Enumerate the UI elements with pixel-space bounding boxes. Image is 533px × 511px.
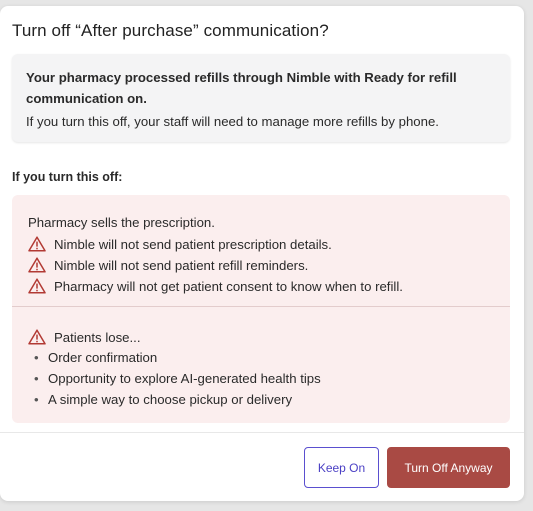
warning-item: Nimble will not send patient refill remi…	[28, 257, 308, 273]
warning-triangle-icon	[28, 329, 46, 345]
warning-item: Nimble will not send patient prescriptio…	[28, 236, 332, 252]
patient-loss-text: A simple way to choose pickup or deliver…	[48, 392, 293, 407]
warning-triangle-icon	[28, 257, 46, 273]
consequence-intro: Pharmacy sells the prescription.	[28, 215, 215, 230]
keep-on-button[interactable]: Keep On	[304, 447, 379, 488]
info-text: If you turn this off, your staff will ne…	[26, 114, 439, 129]
bullet-dot: •	[34, 392, 39, 407]
patients-heading-text: Patients lose...	[54, 329, 141, 345]
patient-loss-text: Order confirmation	[48, 350, 158, 365]
consequences-panel: Pharmacy sells the prescription. Nimble …	[12, 195, 510, 423]
footer-divider	[0, 432, 524, 433]
list-item: • Order confirmation	[28, 350, 157, 365]
warning-item: Pharmacy will not get patient consent to…	[28, 278, 403, 294]
dialog-title: Turn off “After purchase” communication?	[12, 21, 329, 40]
warning-text: Pharmacy will not get patient consent to…	[54, 278, 403, 294]
info-panel: Your pharmacy processed refills through …	[12, 54, 510, 142]
patient-loss-text: Opportunity to explore AI-generated heal…	[48, 371, 321, 386]
warning-triangle-icon	[28, 236, 46, 252]
consequences-divider	[12, 306, 510, 307]
turn-off-communication-dialog: Turn off “After purchase” communication?…	[0, 6, 524, 501]
section-heading: If you turn this off:	[12, 170, 123, 184]
warning-text: Nimble will not send patient refill remi…	[54, 257, 309, 273]
warning-text: Nimble will not send patient prescriptio…	[54, 236, 332, 252]
warning-triangle-icon	[28, 278, 46, 294]
bullet-dot: •	[34, 350, 39, 365]
list-item: • Opportunity to explore AI-generated he…	[28, 371, 321, 386]
info-bold-text: Your pharmacy processed refills through …	[26, 70, 457, 106]
turn-off-anyway-button[interactable]: Turn Off Anyway	[387, 447, 510, 488]
patients-heading: Patients lose...	[28, 329, 141, 345]
bullet-dot: •	[34, 371, 39, 386]
list-item: • A simple way to choose pickup or deliv…	[28, 392, 292, 407]
